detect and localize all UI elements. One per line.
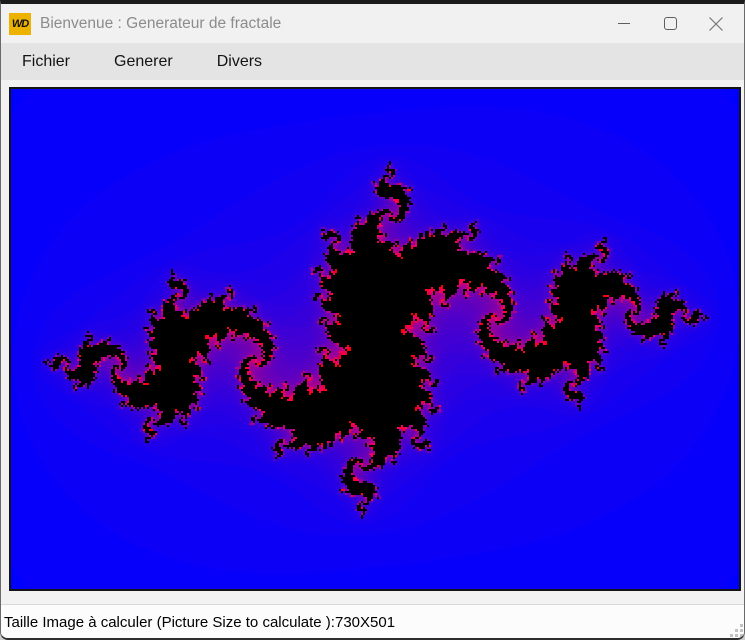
statusbar: Taille Image à calculer (Picture Size to… xyxy=(1,604,744,639)
resize-grip-icon[interactable] xyxy=(730,624,743,637)
menu-item-divers[interactable]: Divers xyxy=(195,43,284,80)
maximize-icon xyxy=(664,17,677,30)
app-icon[interactable]: WD xyxy=(9,13,31,35)
minimize-button[interactable] xyxy=(601,4,647,43)
menu-item-generer[interactable]: Generer xyxy=(92,43,195,80)
titlebar: WD Bienvenue : Generateur de fractale xyxy=(1,4,744,43)
close-button[interactable] xyxy=(693,4,739,43)
maximize-button[interactable] xyxy=(647,4,693,43)
minimize-icon xyxy=(618,23,630,24)
close-icon xyxy=(708,16,724,32)
fractal-image xyxy=(11,89,739,589)
window-controls xyxy=(601,4,739,43)
status-text: Taille Image à calculer (Picture Size to… xyxy=(4,614,395,631)
menu-item-fichier[interactable]: Fichier xyxy=(1,43,92,80)
app-window: WD Bienvenue : Generateur de fractale Fi… xyxy=(0,0,745,640)
menubar: Fichier Generer Divers xyxy=(1,43,744,80)
window-title: Bienvenue : Generateur de fractale xyxy=(40,15,281,33)
fractal-frame xyxy=(9,87,741,591)
